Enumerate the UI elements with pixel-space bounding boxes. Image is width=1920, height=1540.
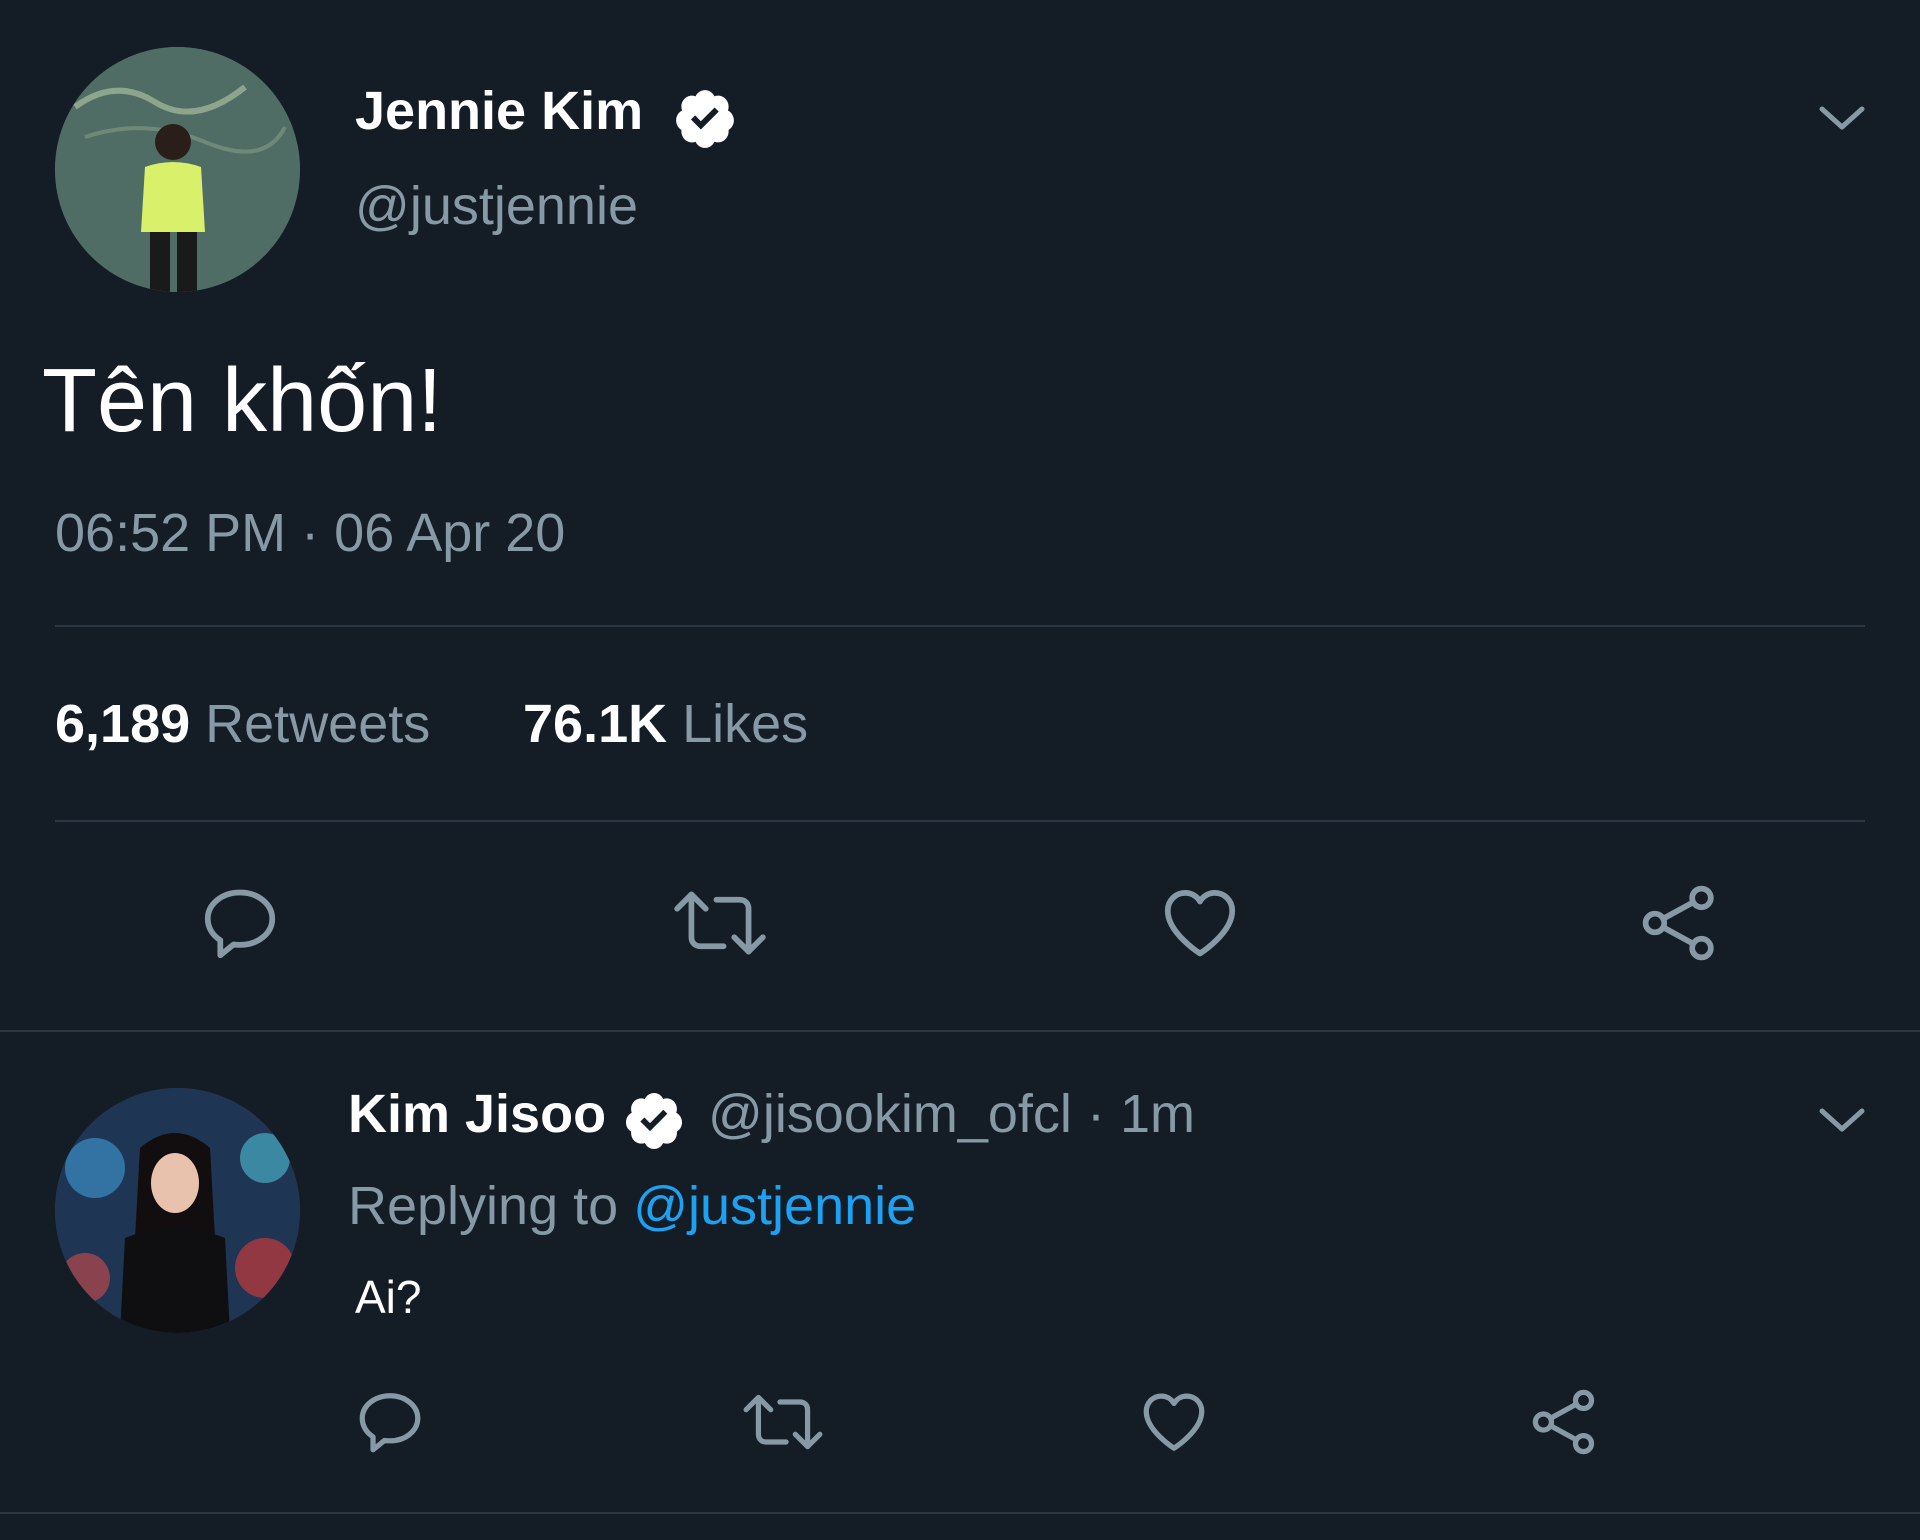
avatar-photo bbox=[55, 47, 300, 292]
reply-author-name[interactable]: Kim Jisoo bbox=[348, 1083, 606, 1145]
chevron-down-icon[interactable] bbox=[1818, 1105, 1866, 1135]
meta-separator: · bbox=[1086, 1084, 1105, 1144]
tweet-date: 06 Apr 20 bbox=[334, 503, 566, 563]
tweet-time: 06:52 PM bbox=[55, 503, 287, 563]
retweet-count: 6,189 bbox=[55, 694, 191, 754]
reply-icon[interactable] bbox=[353, 1385, 427, 1459]
heart-icon[interactable] bbox=[1157, 880, 1243, 966]
retweet-label: Retweets bbox=[205, 694, 431, 754]
replying-mention-link[interactable]: @justjennie bbox=[633, 1176, 916, 1236]
avatar-photo bbox=[55, 1088, 300, 1333]
chevron-down-icon[interactable] bbox=[1818, 103, 1866, 133]
heart-icon[interactable] bbox=[1137, 1385, 1211, 1459]
reply-meta: @jisookim_ofcl · 1m bbox=[708, 1083, 1195, 1145]
reply-text: Ai? bbox=[355, 1271, 422, 1323]
verified-badge-icon bbox=[622, 1089, 686, 1153]
jennie-avatar[interactable] bbox=[55, 47, 300, 292]
tweet-timestamp[interactable]: 06:52 PM · 06 Apr 20 bbox=[55, 502, 565, 564]
retweet-icon[interactable] bbox=[740, 1385, 826, 1459]
like-stats[interactable]: 76.1K Likes bbox=[523, 693, 808, 755]
tweet-text: Tên khốn! bbox=[42, 351, 443, 451]
jisoo-avatar[interactable] bbox=[55, 1088, 300, 1333]
retweet-stats[interactable]: 6,189 Retweets bbox=[55, 693, 430, 755]
share-icon[interactable] bbox=[1528, 1385, 1602, 1459]
verified-badge-icon bbox=[672, 86, 738, 152]
like-label: Likes bbox=[682, 694, 809, 754]
reply-age[interactable]: 1m bbox=[1120, 1084, 1195, 1144]
replying-to: Replying to @justjennie bbox=[348, 1175, 916, 1237]
reply-author-handle[interactable]: @jisookim_ofcl bbox=[708, 1084, 1072, 1144]
share-icon[interactable] bbox=[1637, 880, 1723, 966]
tweet-separator bbox=[0, 1030, 1920, 1032]
reply-icon[interactable] bbox=[197, 880, 283, 966]
timestamp-separator: · bbox=[301, 503, 320, 563]
tweet-separator bbox=[0, 1512, 1920, 1514]
divider bbox=[55, 820, 1865, 822]
divider bbox=[55, 625, 1865, 627]
like-count: 76.1K bbox=[523, 694, 668, 754]
replying-prefix: Replying to bbox=[348, 1176, 619, 1236]
retweet-icon[interactable] bbox=[670, 880, 770, 966]
author-handle[interactable]: @justjennie bbox=[355, 175, 638, 237]
author-name[interactable]: Jennie Kim bbox=[355, 80, 643, 142]
